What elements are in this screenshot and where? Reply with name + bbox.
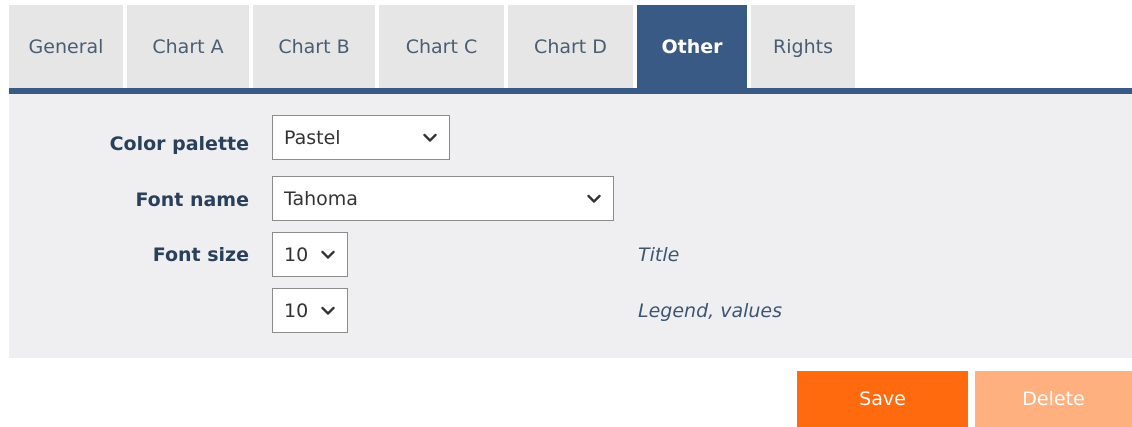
title-hint: Title [638,244,680,266]
tab-general[interactable]: General [9,5,123,88]
color-palette-label: Color palette [109,133,249,155]
chevron-down-icon [587,194,601,203]
tab-chart-c[interactable]: Chart C [379,5,504,88]
font-size-label: Font size [152,244,249,266]
save-button[interactable]: Save [797,371,968,427]
tab-chart-a[interactable]: Chart A [127,5,249,88]
tab-chart-b[interactable]: Chart B [253,5,375,88]
chevron-down-icon [423,133,437,142]
legend-font-size-select[interactable]: 10 [272,288,348,333]
delete-button[interactable]: Delete [975,371,1132,427]
legend-values-hint: Legend, values [638,300,783,322]
tab-chart-d[interactable]: Chart D [508,5,633,88]
tab-bar: General Chart A Chart B Chart C Chart D … [9,5,855,88]
chevron-down-icon [321,250,335,259]
settings-panel: Color palette Pastel Font name Tahoma Fo… [9,94,1132,358]
title-font-size-select[interactable]: 10 [272,232,348,277]
font-name-select[interactable]: Tahoma [272,176,614,221]
title-font-size-value: 10 [284,243,309,266]
font-name-label: Font name [135,189,249,211]
color-palette-value: Pastel [284,126,341,149]
tab-other[interactable]: Other [637,5,747,88]
chevron-down-icon [321,306,335,315]
chart-settings-page: General Chart A Chart B Chart C Chart D … [0,0,1132,427]
color-palette-select[interactable]: Pastel [272,115,450,160]
tab-rights[interactable]: Rights [751,5,855,88]
legend-font-size-value: 10 [284,299,309,322]
font-name-value: Tahoma [284,187,358,210]
